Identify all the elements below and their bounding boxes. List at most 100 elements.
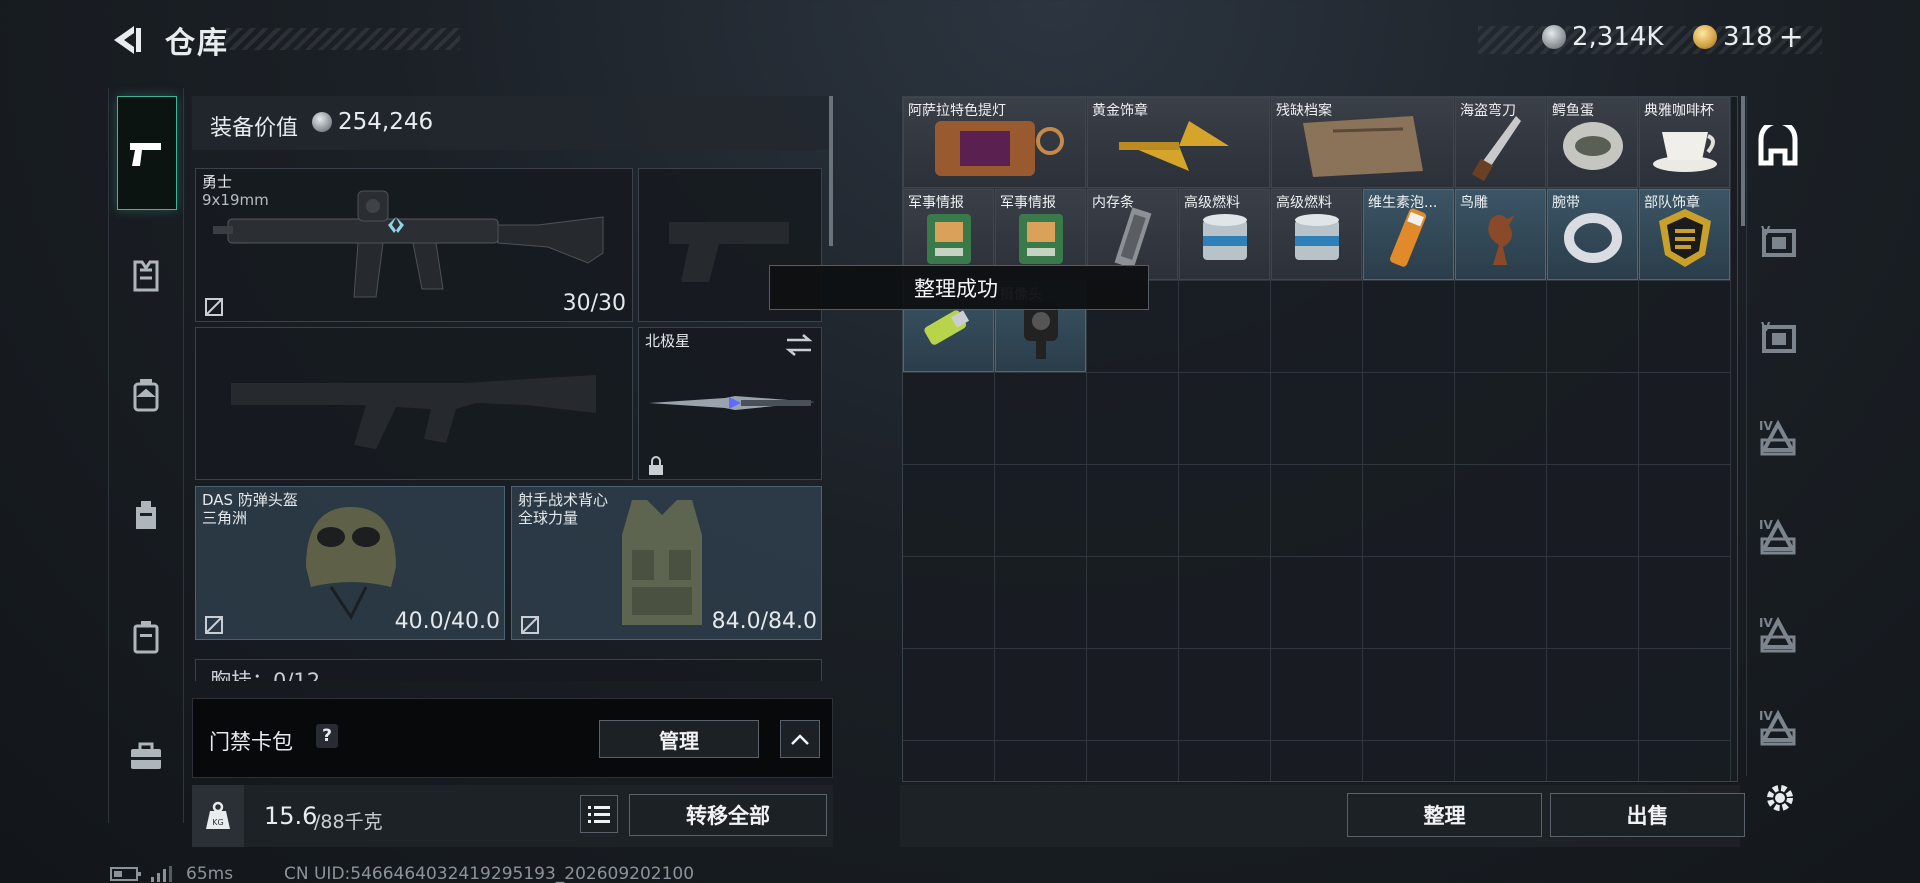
grid-cell[interactable] xyxy=(1455,741,1547,781)
grid-cell[interactable] xyxy=(1363,741,1455,781)
melee-slot[interactable]: 北极星 xyxy=(638,327,822,480)
armor-slot[interactable]: 射手战术背心 全球力量 84.0/84.0 xyxy=(511,486,822,640)
warehouse-4c-icon: IV xyxy=(1759,616,1796,653)
warehouse-grid[interactable]: 阿萨拉特色提灯 黄金饰章 残缺档案 海盗弯刀 鳄鱼蛋 典雅咖啡杯 军事情报 军事情报 内存条 高级… xyxy=(902,96,1738,782)
grid-cell[interactable] xyxy=(1547,281,1639,373)
chest-rig-slot[interactable]: 胸挂：0/12 xyxy=(195,659,822,681)
warehouse-item[interactable]: 腕带 xyxy=(1547,189,1638,280)
pouch-icon[interactable] xyxy=(126,494,166,534)
grid-cell[interactable] xyxy=(1547,649,1639,741)
grid-cell[interactable] xyxy=(1547,373,1639,465)
grid-cell[interactable] xyxy=(1271,465,1363,557)
grid-cell[interactable] xyxy=(903,373,995,465)
warehouse-item[interactable]: 海盗弯刀 xyxy=(1455,97,1546,188)
grid-cell[interactable] xyxy=(1455,373,1547,465)
warehouse-tab-4d[interactable]: IV xyxy=(1755,708,1801,748)
warehouse-tab-4b[interactable]: IV xyxy=(1755,514,1801,560)
secondary-weapon-slot[interactable] xyxy=(195,327,633,480)
add-currency-icon[interactable]: + xyxy=(1779,20,1804,55)
warehouse-tab-4c[interactable]: IV xyxy=(1755,612,1801,658)
settings-button[interactable] xyxy=(1762,780,1798,816)
grid-cell[interactable] xyxy=(1639,373,1731,465)
grid-cell[interactable] xyxy=(995,649,1087,741)
grid-cell[interactable] xyxy=(903,557,995,649)
warehouse-item[interactable]: 高级燃料 xyxy=(1271,189,1362,280)
warehouse-item[interactable]: 鸟雕 xyxy=(1455,189,1546,280)
equipment-scrollbar[interactable] xyxy=(829,96,833,246)
warehouse-item[interactable]: 高级燃料 xyxy=(1179,189,1270,280)
warehouse-tab-4a[interactable]: IV xyxy=(1755,415,1801,461)
grid-cell[interactable] xyxy=(1271,373,1363,465)
backpack-icon[interactable] xyxy=(126,375,166,415)
grid-cell[interactable] xyxy=(1271,649,1363,741)
back-button[interactable] xyxy=(108,22,144,58)
grid-cell[interactable] xyxy=(1179,465,1271,557)
grid-cell[interactable] xyxy=(995,373,1087,465)
grid-cell[interactable] xyxy=(1363,557,1455,649)
grid-cell[interactable] xyxy=(995,465,1087,557)
grid-cell[interactable] xyxy=(1639,465,1731,557)
grid-cell[interactable] xyxy=(1363,373,1455,465)
grid-cell[interactable] xyxy=(1455,649,1547,741)
grid-cell[interactable] xyxy=(1363,649,1455,741)
grid-cell[interactable] xyxy=(1087,373,1179,465)
helmet-slot[interactable]: DAS 防弹头盔 三角洲 40.0/40.0 xyxy=(195,486,505,640)
collapse-button[interactable] xyxy=(780,720,820,758)
grid-cell[interactable] xyxy=(1271,741,1363,781)
warehouse-item[interactable]: 部队饰章 xyxy=(1639,189,1730,280)
grid-cell[interactable] xyxy=(903,741,995,781)
armor-vest-icon[interactable] xyxy=(126,256,166,296)
grid-cell[interactable] xyxy=(1087,649,1179,741)
keycard-manage-button[interactable]: 管理 xyxy=(599,720,759,758)
keycard-bar: 门禁卡包 ? 管理 xyxy=(192,698,833,778)
warehouse-item[interactable]: 典雅咖啡杯 xyxy=(1639,97,1730,188)
grid-cell[interactable] xyxy=(1639,557,1731,649)
warehouse-tab-all[interactable] xyxy=(1755,123,1801,169)
grid-cell[interactable] xyxy=(1087,465,1179,557)
grid-cell[interactable] xyxy=(1639,281,1731,373)
warehouse-scrollbar[interactable] xyxy=(1741,96,1745,226)
grid-cell[interactable] xyxy=(1547,557,1639,649)
sort-button[interactable]: 整理 xyxy=(1347,793,1542,837)
grid-cell[interactable] xyxy=(1639,741,1731,781)
currency-2[interactable]: 318 + xyxy=(1693,20,1804,55)
grid-cell[interactable] xyxy=(1179,649,1271,741)
grid-cell[interactable] xyxy=(995,557,1087,649)
grid-cell[interactable] xyxy=(1455,557,1547,649)
warehouse-tab-5[interactable]: V xyxy=(1755,220,1801,266)
knife-icon xyxy=(649,396,815,410)
grid-cell[interactable] xyxy=(1087,741,1179,781)
swap-icon[interactable] xyxy=(785,334,813,356)
transfer-all-button[interactable]: 转移全部 xyxy=(629,794,827,836)
grid-cell[interactable] xyxy=(903,465,995,557)
warehouse-item[interactable]: 残缺档案 xyxy=(1271,97,1454,188)
grid-cell[interactable] xyxy=(903,649,995,741)
warehouse-item[interactable]: 黄金饰章 xyxy=(1087,97,1270,188)
grid-cell[interactable] xyxy=(1179,741,1271,781)
grid-cell[interactable] xyxy=(1547,465,1639,557)
grid-cell[interactable] xyxy=(1179,373,1271,465)
warehouse-item[interactable]: 阿萨拉特色提灯 xyxy=(903,97,1086,188)
warehouse-item[interactable]: 维生素泡... xyxy=(1363,189,1454,280)
grid-cell[interactable] xyxy=(1455,465,1547,557)
grid-cell[interactable] xyxy=(1087,557,1179,649)
grid-cell[interactable] xyxy=(1271,281,1363,373)
list-view-button[interactable] xyxy=(580,795,618,833)
warehouse-tab-5b[interactable]: V xyxy=(1755,316,1801,362)
grid-cell[interactable] xyxy=(1363,465,1455,557)
grid-cell[interactable] xyxy=(1363,281,1455,373)
case-icon[interactable] xyxy=(126,617,166,657)
grid-cell[interactable] xyxy=(1455,281,1547,373)
grid-cell[interactable] xyxy=(1271,557,1363,649)
toolbox-icon[interactable] xyxy=(126,736,166,776)
grid-cell[interactable] xyxy=(1639,649,1731,741)
grid-cell[interactable] xyxy=(1179,281,1271,373)
grid-cell[interactable] xyxy=(1179,557,1271,649)
grid-cell[interactable] xyxy=(1547,741,1639,781)
sell-button[interactable]: 出售 xyxy=(1550,793,1745,837)
keycard-help-icon[interactable]: ? xyxy=(316,724,338,748)
warehouse-item[interactable]: 鳄鱼蛋 xyxy=(1547,97,1638,188)
pistol-icon[interactable] xyxy=(126,134,166,174)
grid-cell[interactable] xyxy=(995,741,1087,781)
primary-weapon-slot[interactable]: 勇士 9x19mm 30/30 xyxy=(195,168,633,322)
